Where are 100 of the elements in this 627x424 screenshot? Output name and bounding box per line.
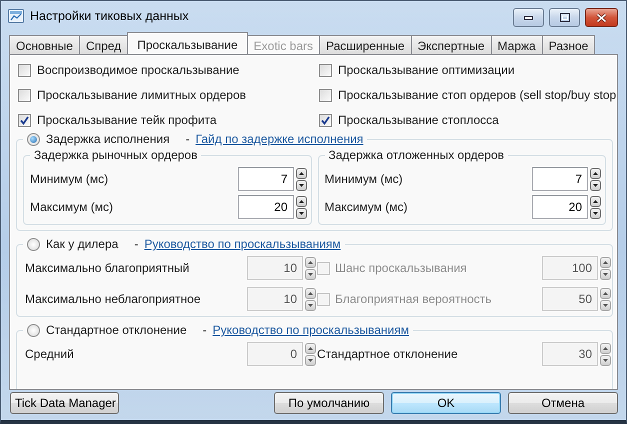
up-arrow-icon [308,292,313,294]
down-arrow-icon [308,304,313,306]
checkbox-label[interactable]: Проскальзывание оптимизации [338,63,515,77]
field-label: Максимально неблагоприятное [25,292,202,306]
spin-down-button[interactable] [296,180,306,190]
spin-down-button[interactable] [600,268,611,280]
spin-down-button[interactable] [600,300,611,310]
number-field[interactable]: 7 [532,167,588,191]
group-title: Задержка отложенных ордеров [328,148,504,162]
down-arrow-icon [298,212,304,214]
spin-down-button[interactable] [590,208,601,218]
tab[interactable]: Расширенные [319,35,412,54]
spin-up-button[interactable] [590,168,601,178]
spin-down-button[interactable] [296,208,306,218]
app-icon [8,8,24,24]
checkbox[interactable] [18,88,31,102]
help-link[interactable]: Руководство по проскальзываниям [144,237,341,251]
tab[interactable]: Разное [542,35,596,54]
checkbox[interactable] [317,292,330,306]
spin-up-button[interactable] [296,168,306,178]
checkbox[interactable] [18,114,31,126]
check-icon [321,116,330,124]
spin-up-button[interactable] [305,256,316,268]
up-arrow-icon [603,346,608,350]
down-arrow-icon [308,272,313,276]
checkbox[interactable] [319,114,332,126]
field-label: Средний [25,347,75,361]
field-label: Максимально благоприятный [25,261,190,275]
radio-button[interactable] [27,132,40,146]
checkbox-label[interactable]: Проскальзывание тейк профита [37,113,217,127]
separator-dash: - [134,237,138,251]
spin-down-button[interactable] [305,300,316,310]
close-icon [596,12,607,22]
spin-up-button[interactable] [296,196,306,206]
checkbox-label[interactable]: Проскальзывание стоп ордеров (sell stop/buy stop [338,88,616,102]
spin-up-button[interactable] [600,288,611,298]
tab[interactable]: Спред [78,35,128,54]
spin-up-button[interactable] [305,342,316,354]
number-field[interactable]: 20 [238,195,294,219]
group-title: Задержка рыночных ордеров [34,148,198,162]
down-arrow-icon [593,212,598,214]
tab[interactable]: Экспертные [410,35,492,54]
up-arrow-icon [593,172,598,174]
spin-up-button[interactable] [305,288,316,298]
radio-label[interactable]: Стандартное отклонение [46,323,187,337]
spin-up-button[interactable] [600,342,611,354]
minimize-icon [524,16,533,20]
dialog-button[interactable]: OK [391,392,501,414]
radio-label[interactable]: Как у дилера [46,237,118,251]
up-arrow-icon [298,200,304,202]
radio-button[interactable] [27,324,40,336]
maximize-icon [560,13,570,22]
maximize-button[interactable] [549,8,580,27]
checkbox-label[interactable]: Воспроизводимое проскальзывание [37,63,240,77]
down-arrow-icon [308,358,313,362]
spin-down-button[interactable] [600,354,611,366]
minimize-button[interactable] [513,8,544,27]
tab[interactable]: Основные [9,35,80,54]
up-arrow-icon [308,260,313,264]
up-arrow-icon [603,292,608,294]
spin-down-button[interactable] [305,354,316,366]
checkbox[interactable] [18,64,31,76]
field-label: Стандартное отклонение [316,347,459,361]
check-icon [20,116,29,124]
down-arrow-icon [298,184,304,186]
close-button[interactable] [585,8,618,27]
number-field[interactable]: 20 [532,195,588,219]
checkbox-label[interactable]: Проскальзывание стоплосса [338,113,499,127]
spin-down-button[interactable] [590,180,601,190]
checkbox-label[interactable]: Проскальзывание лимитных ордеров [37,88,246,102]
up-arrow-icon [593,200,598,202]
dialog-button[interactable]: Tick Data Manager [10,392,119,414]
tab[interactable]: Маржа [490,35,543,54]
checkbox[interactable] [319,64,332,76]
down-arrow-icon [603,358,608,362]
number-field[interactable]: 7 [238,167,294,191]
dialog-button[interactable]: По умолчанию [274,392,384,414]
up-arrow-icon [603,260,608,264]
spin-down-button[interactable] [305,268,316,280]
help-link[interactable]: Руководство по проскальзываниям [212,323,409,337]
down-arrow-icon [603,304,608,306]
window-title: Настройки тиковых данных [30,9,189,23]
field-label: Минимум (мс) [30,172,110,186]
radio-button[interactable] [27,238,40,250]
checkbox[interactable] [317,262,330,274]
spin-up-button[interactable] [600,256,611,268]
separator-dash: - [186,132,190,146]
spin-up-button[interactable] [590,196,601,206]
up-arrow-icon [308,346,313,350]
checkbox[interactable] [319,88,332,102]
field-label: Максимум (мс) [324,200,408,214]
down-arrow-icon [593,184,598,186]
separator-dash: - [202,323,207,337]
tab[interactable]: Проскальзывание [127,32,248,54]
down-arrow-icon [603,272,608,276]
up-arrow-icon [298,172,304,174]
radio-label[interactable]: Задержка исполнения [46,132,170,146]
dialog-button[interactable]: Отмена [508,392,618,414]
field-label: Максимум (мс) [30,200,114,214]
help-link[interactable]: Гайд по задержке исполнения [196,132,364,146]
